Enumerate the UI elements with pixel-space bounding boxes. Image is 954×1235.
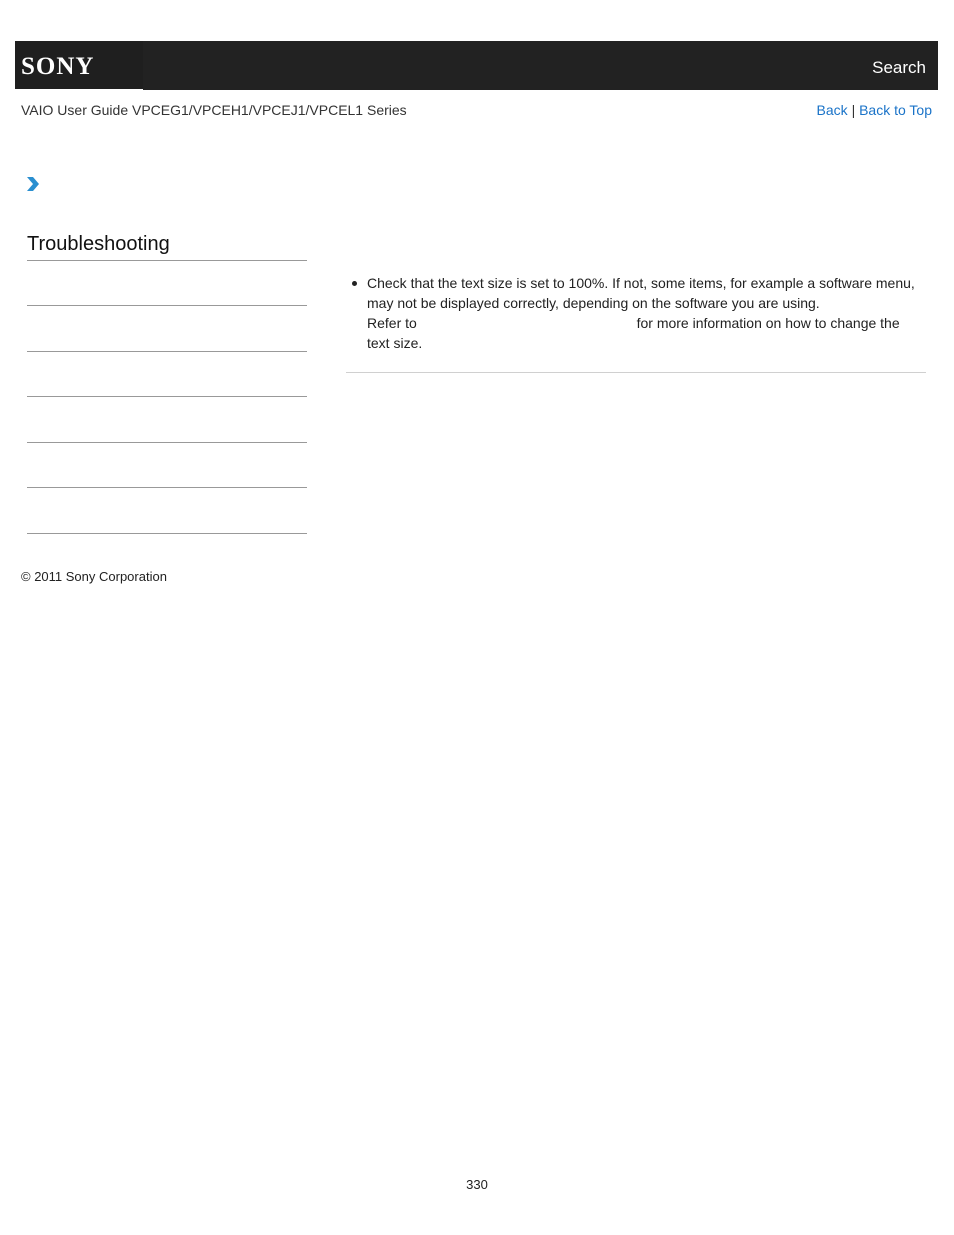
tip-text-line-1: Check that the text size is set to 100%.… <box>367 275 915 291</box>
sidebar-item[interactable] <box>27 396 307 397</box>
sidebar-item[interactable] <box>27 442 307 443</box>
guide-title: VAIO User Guide VPCEG1/VPCEH1/VPCEJ1/VPC… <box>21 102 407 118</box>
content-divider <box>346 372 926 373</box>
list-item: Check that the text size is set to 100%.… <box>352 273 926 353</box>
tip-list: Check that the text size is set to 100%.… <box>346 273 926 353</box>
sidebar-divider <box>27 260 307 261</box>
back-link[interactable]: Back <box>817 102 848 118</box>
tip-text-line-4: text size. <box>367 335 423 351</box>
tip-text-line-2: may not be displayed correctly, dependin… <box>367 295 820 311</box>
main-content: Check that the text size is set to 100%.… <box>346 273 926 353</box>
copyright: © 2011 Sony Corporation <box>21 569 167 584</box>
bullet-icon <box>352 281 357 286</box>
search-link[interactable]: Search <box>872 58 926 78</box>
sidebar-item[interactable] <box>27 487 307 488</box>
section-title: Troubleshooting <box>27 233 170 255</box>
sony-logo[interactable]: SONY <box>15 41 143 90</box>
nav-links: Back | Back to Top <box>817 102 932 118</box>
nav-separator: | <box>851 102 856 118</box>
sidebar-item[interactable] <box>27 351 307 352</box>
header-bar: SONY Search <box>15 41 938 90</box>
chevron-right-icon[interactable] <box>26 176 40 192</box>
refer-suffix: for more information on how to change th… <box>636 315 900 331</box>
refer-prefix: Refer to <box>367 315 417 331</box>
page-number: 330 <box>466 1177 488 1192</box>
back-to-top-link[interactable]: Back to Top <box>859 102 932 118</box>
sidebar-item[interactable] <box>27 533 307 534</box>
sidebar-item[interactable] <box>27 305 307 306</box>
logo-text: SONY <box>21 53 95 80</box>
